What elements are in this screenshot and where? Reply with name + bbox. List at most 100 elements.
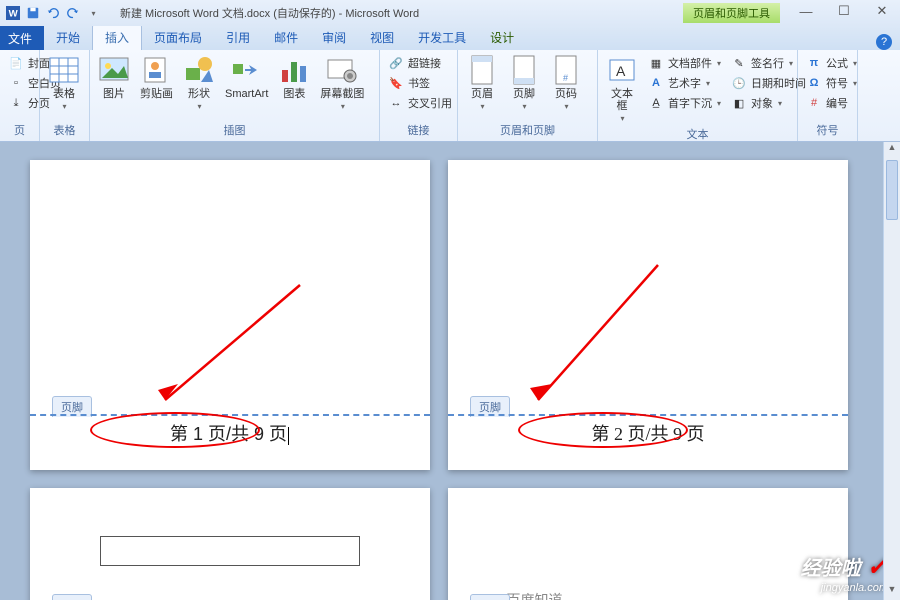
crossref-icon: ↔ — [388, 95, 404, 111]
smartart-button[interactable]: SmartArt — [221, 52, 272, 102]
redo-icon[interactable] — [64, 4, 82, 22]
group-text-label: 文本 — [602, 125, 793, 143]
page-1-next[interactable]: 页眉 — [30, 488, 430, 600]
chart-button[interactable]: 图表 — [274, 52, 314, 102]
object-button[interactable]: ◧对象 — [729, 94, 808, 112]
page-icon: 📄 — [8, 55, 24, 71]
shapes-button[interactable]: 形状 — [179, 52, 219, 113]
signature-button[interactable]: ✎签名行 — [729, 54, 808, 72]
picture-button[interactable]: 图片 — [94, 52, 134, 102]
maximize-button[interactable]: ☐ — [830, 2, 858, 20]
header-tag-1: 页眉 — [52, 594, 92, 600]
qat-more-icon[interactable] — [84, 4, 102, 22]
screenshot-icon — [326, 54, 358, 86]
annotation-arrow-1 — [150, 280, 310, 420]
group-headerfooter-label: 页眉和页脚 — [462, 121, 593, 139]
wordart-button[interactable]: A艺术字 — [646, 74, 723, 92]
bookmark-icon: 🔖 — [388, 75, 404, 91]
tab-file[interactable]: 文件 — [0, 26, 44, 50]
svg-text:A: A — [616, 63, 626, 79]
blank-page-icon: ▫ — [8, 75, 24, 91]
object-icon: ◧ — [731, 95, 747, 111]
word-icon: W — [4, 4, 22, 22]
picture-icon — [98, 54, 130, 86]
header-tag-2: 页眉 — [470, 594, 510, 600]
tab-insert[interactable]: 插入 — [92, 24, 142, 50]
quick-access-toolbar: W — [0, 4, 102, 22]
datetime-icon: 🕒 — [731, 75, 747, 91]
wordart-icon: A — [648, 75, 664, 91]
group-table-label: 表格 — [44, 121, 85, 139]
undo-icon[interactable] — [44, 4, 62, 22]
save-icon[interactable] — [24, 4, 42, 22]
table-outline — [100, 536, 360, 566]
clipart-icon — [141, 54, 173, 86]
screenshot-button[interactable]: 屏幕截图 — [316, 52, 368, 113]
group-links-label: 链接 — [384, 121, 453, 139]
svg-text:W: W — [9, 9, 19, 20]
group-illustrations-label: 插图 — [94, 121, 375, 139]
scroll-down-icon[interactable]: ▼ — [884, 584, 900, 600]
pagenum-icon: # — [550, 54, 582, 86]
symbol-icon: Ω — [806, 75, 822, 91]
page-1[interactable]: 页脚 第 1 页/共 9 页 — [30, 160, 430, 470]
page-2[interactable]: 页脚 第 2 页/共 9 页 — [448, 160, 848, 470]
dropcap-icon: A̲ — [648, 95, 664, 111]
tab-view[interactable]: 视图 — [358, 25, 406, 50]
datetime-button[interactable]: 🕒日期和时间 — [729, 74, 808, 92]
tab-developer[interactable]: 开发工具 — [406, 25, 478, 50]
tab-review[interactable]: 审阅 — [310, 25, 358, 50]
ribbon-tabs: 文件 开始 插入 页面布局 引用 邮件 审阅 视图 开发工具 设计 ? — [0, 26, 900, 50]
minimize-button[interactable]: — — [792, 2, 820, 20]
text-cursor — [288, 427, 289, 445]
table-button[interactable]: 表格 — [44, 52, 84, 113]
dropcap-button[interactable]: A̲首字下沉 — [646, 94, 723, 112]
close-button[interactable]: ✕ — [868, 2, 896, 20]
scroll-up-icon[interactable]: ▲ — [884, 142, 900, 158]
page-2-next[interactable]: 1.百度知道 页眉 — [448, 488, 848, 600]
table-icon — [48, 54, 80, 86]
window-title: 新建 Microsoft Word 文档.docx (自动保存的) - Micr… — [102, 5, 683, 21]
quickparts-icon: ▦ — [648, 55, 664, 71]
contextual-tab-label: 页眉和页脚工具 — [683, 3, 780, 23]
equation-icon: π — [806, 55, 822, 71]
textbox-icon: A — [606, 54, 638, 86]
chart-icon — [278, 54, 310, 86]
clipart-button[interactable]: 剪贴画 — [136, 52, 177, 102]
footer-icon — [508, 54, 540, 86]
help-icon[interactable]: ? — [876, 34, 892, 50]
tab-design[interactable]: 设计 — [478, 25, 526, 50]
hyperlink-icon: 🔗 — [388, 55, 404, 71]
hyperlink-button[interactable]: 🔗超链接 — [386, 54, 454, 72]
document-area: 页脚 第 1 页/共 9 页 页脚 第 2 页/共 9 页 页眉 1.百度知道 … — [0, 142, 900, 600]
smartart-icon — [231, 54, 263, 86]
equation-button[interactable]: π公式 — [804, 54, 859, 72]
title-bar: W 新建 Microsoft Word 文档.docx (自动保存的) - Mi… — [0, 0, 900, 26]
number-icon: # — [806, 95, 822, 111]
scroll-thumb[interactable] — [886, 160, 898, 220]
break-icon: ⤓ — [8, 95, 24, 111]
shapes-icon — [183, 54, 215, 86]
symbol-button[interactable]: Ω符号 — [804, 74, 859, 92]
svg-text:#: # — [563, 73, 568, 83]
tab-references[interactable]: 引用 — [214, 25, 262, 50]
vertical-scrollbar[interactable]: ▲ ▼ — [883, 142, 900, 600]
tab-home[interactable]: 开始 — [44, 25, 92, 50]
textbox-button[interactable]: A文本框 — [602, 52, 642, 125]
pagenum-button[interactable]: #页码 — [546, 52, 586, 113]
signature-icon: ✎ — [731, 55, 747, 71]
tab-mailings[interactable]: 邮件 — [262, 25, 310, 50]
watermark: 经验啦 ✓ jingyanla.com — [801, 551, 888, 594]
annotation-arrow-2 — [508, 260, 668, 420]
header-button[interactable]: 页眉 — [462, 52, 502, 113]
bookmark-button[interactable]: 🔖书签 — [386, 74, 454, 92]
number-button[interactable]: #编号 — [804, 94, 859, 112]
tab-layout[interactable]: 页面布局 — [142, 25, 214, 50]
group-symbols-label: 符号 — [802, 121, 853, 139]
group-pages-label: 页 — [4, 121, 35, 139]
header-icon — [466, 54, 498, 86]
quickparts-button[interactable]: ▦文档部件 — [646, 54, 723, 72]
crossref-button[interactable]: ↔交叉引用 — [386, 94, 454, 112]
ribbon: 📄封面 ▫空白页 ⤓分页 页 表格 表格 图片 剪贴画 形状 SmartArt … — [0, 50, 900, 142]
footer-button[interactable]: 页脚 — [504, 52, 544, 113]
